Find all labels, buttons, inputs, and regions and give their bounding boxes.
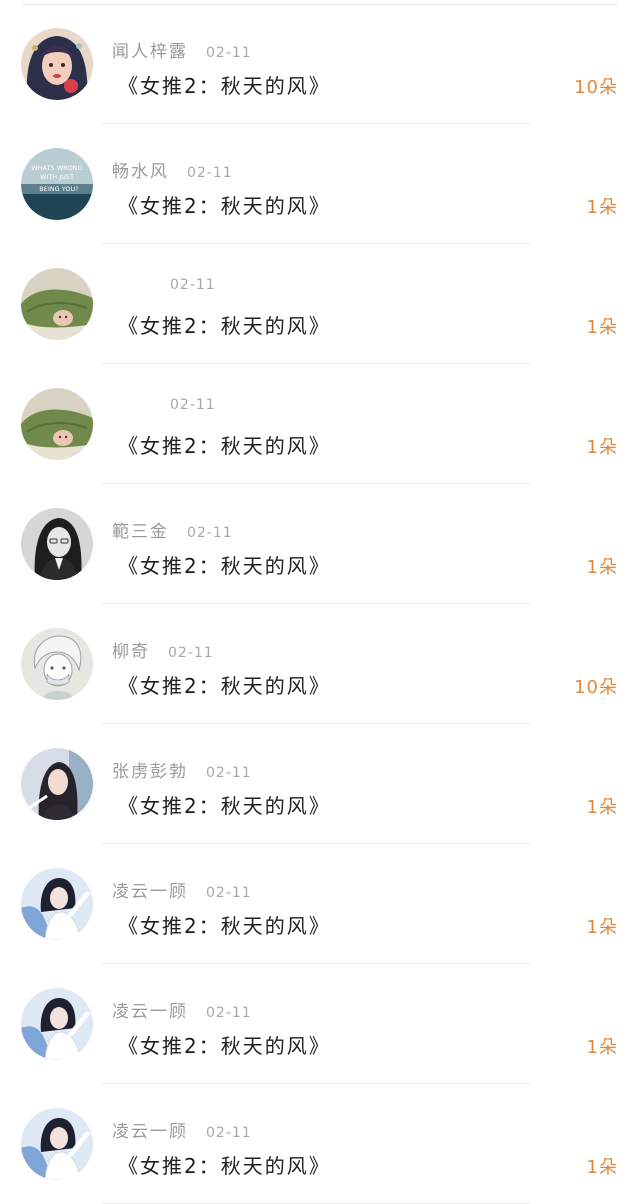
gift-amount: 1朵 <box>586 557 618 578</box>
username[interactable]: 凌云一顾 <box>112 877 188 902</box>
avatar[interactable] <box>21 988 93 1060</box>
gift-amount: 10朵 <box>574 677 618 698</box>
gift-title: 《女推2：秋天的风》 <box>118 1154 331 1178</box>
gift-title: 《女推2：秋天的风》 <box>118 74 331 98</box>
girl-blue-white-avatar <box>21 988 93 1060</box>
entry-meta: 张虏彭勃 02-11 <box>112 757 252 782</box>
avatar[interactable] <box>21 268 93 340</box>
username[interactable]: 闻人梓露 <box>112 37 188 62</box>
baby-green-blanket-avatar <box>21 268 93 340</box>
entry-date: 02-11 <box>168 645 214 661</box>
gift-amount: 1朵 <box>586 797 618 818</box>
list-item[interactable]: 02-11 《女推2：秋天的风》 1朵 <box>0 364 640 484</box>
entry-date: 02-11 <box>206 1005 252 1021</box>
entry-meta: 範三金 02-11 <box>112 517 233 542</box>
list-item[interactable]: 凌云一顾 02-11 《女推2：秋天的风》 1朵 <box>0 1084 640 1204</box>
entry-date: 02-11 <box>170 277 216 293</box>
entry-date: 02-11 <box>206 45 252 61</box>
entry-meta: 02-11 <box>112 277 216 299</box>
username[interactable]: 凌云一顾 <box>112 1117 188 1142</box>
username[interactable]: 範三金 <box>112 517 169 542</box>
gift-amount: 1朵 <box>586 1037 618 1058</box>
avatar[interactable] <box>21 1108 93 1180</box>
entry-meta: 柳奇 02-11 <box>112 637 214 662</box>
entry-meta: 凌云一顾 02-11 <box>112 877 252 902</box>
baby-green-blanket-avatar <box>21 388 93 460</box>
anime-boy-avatar <box>21 628 93 700</box>
avatar[interactable] <box>21 388 93 460</box>
entry-meta: 闻人梓露 02-11 <box>112 37 252 62</box>
gift-amount: 1朵 <box>586 917 618 938</box>
gift-amount: 1朵 <box>586 437 618 458</box>
gift-amount: 1朵 <box>586 317 618 338</box>
entry-date: 02-11 <box>187 525 233 541</box>
avatar-text-line-2: WITH JUST <box>40 173 74 181</box>
girl-blue-white-avatar <box>21 868 93 940</box>
entry-meta: 02-11 <box>112 397 216 419</box>
username[interactable]: 柳奇 <box>112 637 150 662</box>
girl-dark-hair-avatar <box>21 748 93 820</box>
username[interactable]: 凌云一顾 <box>112 997 188 1022</box>
list-item[interactable]: WHATS WRONG WITH JUST BEING YOU? 畅水风 02-… <box>0 124 640 244</box>
list-item[interactable]: 02-11 《女推2：秋天的风》 1朵 <box>0 244 640 364</box>
illustrated-girl-avatar <box>21 28 93 100</box>
avatar[interactable] <box>21 28 93 100</box>
gift-title: 《女推2：秋天的风》 <box>118 314 331 338</box>
list-item[interactable]: 凌云一顾 02-11 《女推2：秋天的风》 1朵 <box>0 964 640 1084</box>
entry-date: 02-11 <box>206 765 252 781</box>
entry-meta: 畅水风 02-11 <box>112 157 233 182</box>
entry-meta: 凌云一顾 02-11 <box>112 1117 252 1142</box>
gift-title: 《女推2：秋天的风》 <box>118 554 331 578</box>
gift-title: 《女推2：秋天的风》 <box>118 674 331 698</box>
username[interactable]: 张虏彭勃 <box>112 757 188 782</box>
bw-portrait-avatar <box>21 508 93 580</box>
entry-date: 02-11 <box>206 1125 252 1141</box>
gift-amount: 1朵 <box>586 197 618 218</box>
gift-title: 《女推2：秋天的风》 <box>118 794 331 818</box>
gift-title: 《女推2：秋天的风》 <box>118 434 331 458</box>
entry-date: 02-11 <box>170 397 216 413</box>
list-item[interactable]: 张虏彭勃 02-11 《女推2：秋天的风》 1朵 <box>0 724 640 844</box>
avatar[interactable]: WHATS WRONG WITH JUST BEING YOU? <box>21 148 93 220</box>
gift-amount: 10朵 <box>574 77 618 98</box>
entry-date: 02-11 <box>187 165 233 181</box>
gift-title: 《女推2：秋天的风》 <box>118 1034 331 1058</box>
ocean-text-avatar: WHATS WRONG WITH JUST BEING YOU? <box>21 148 93 220</box>
gift-record-list: 闻人梓露 02-11 《女推2：秋天的风》 10朵 WHATS WRONG WI… <box>0 4 640 1204</box>
list-item[interactable]: 凌云一顾 02-11 《女推2：秋天的风》 1朵 <box>0 844 640 964</box>
avatar-text-line-1: WHATS WRONG <box>31 164 82 172</box>
gift-title: 《女推2：秋天的风》 <box>118 914 331 938</box>
username[interactable]: 畅水风 <box>112 157 169 182</box>
avatar-text-line-3: BEING YOU? <box>39 185 78 193</box>
entry-date: 02-11 <box>206 885 252 901</box>
avatar[interactable] <box>21 748 93 820</box>
avatar[interactable] <box>21 508 93 580</box>
list-item[interactable]: 闻人梓露 02-11 《女推2：秋天的风》 10朵 <box>0 4 640 124</box>
girl-blue-white-avatar <box>21 1108 93 1180</box>
list-item[interactable]: 範三金 02-11 《女推2：秋天的风》 1朵 <box>0 484 640 604</box>
entry-meta: 凌云一顾 02-11 <box>112 997 252 1022</box>
avatar[interactable] <box>21 628 93 700</box>
gift-title: 《女推2：秋天的风》 <box>118 194 331 218</box>
avatar[interactable] <box>21 868 93 940</box>
list-item[interactable]: 柳奇 02-11 《女推2：秋天的风》 10朵 <box>0 604 640 724</box>
gift-amount: 1朵 <box>586 1157 618 1178</box>
